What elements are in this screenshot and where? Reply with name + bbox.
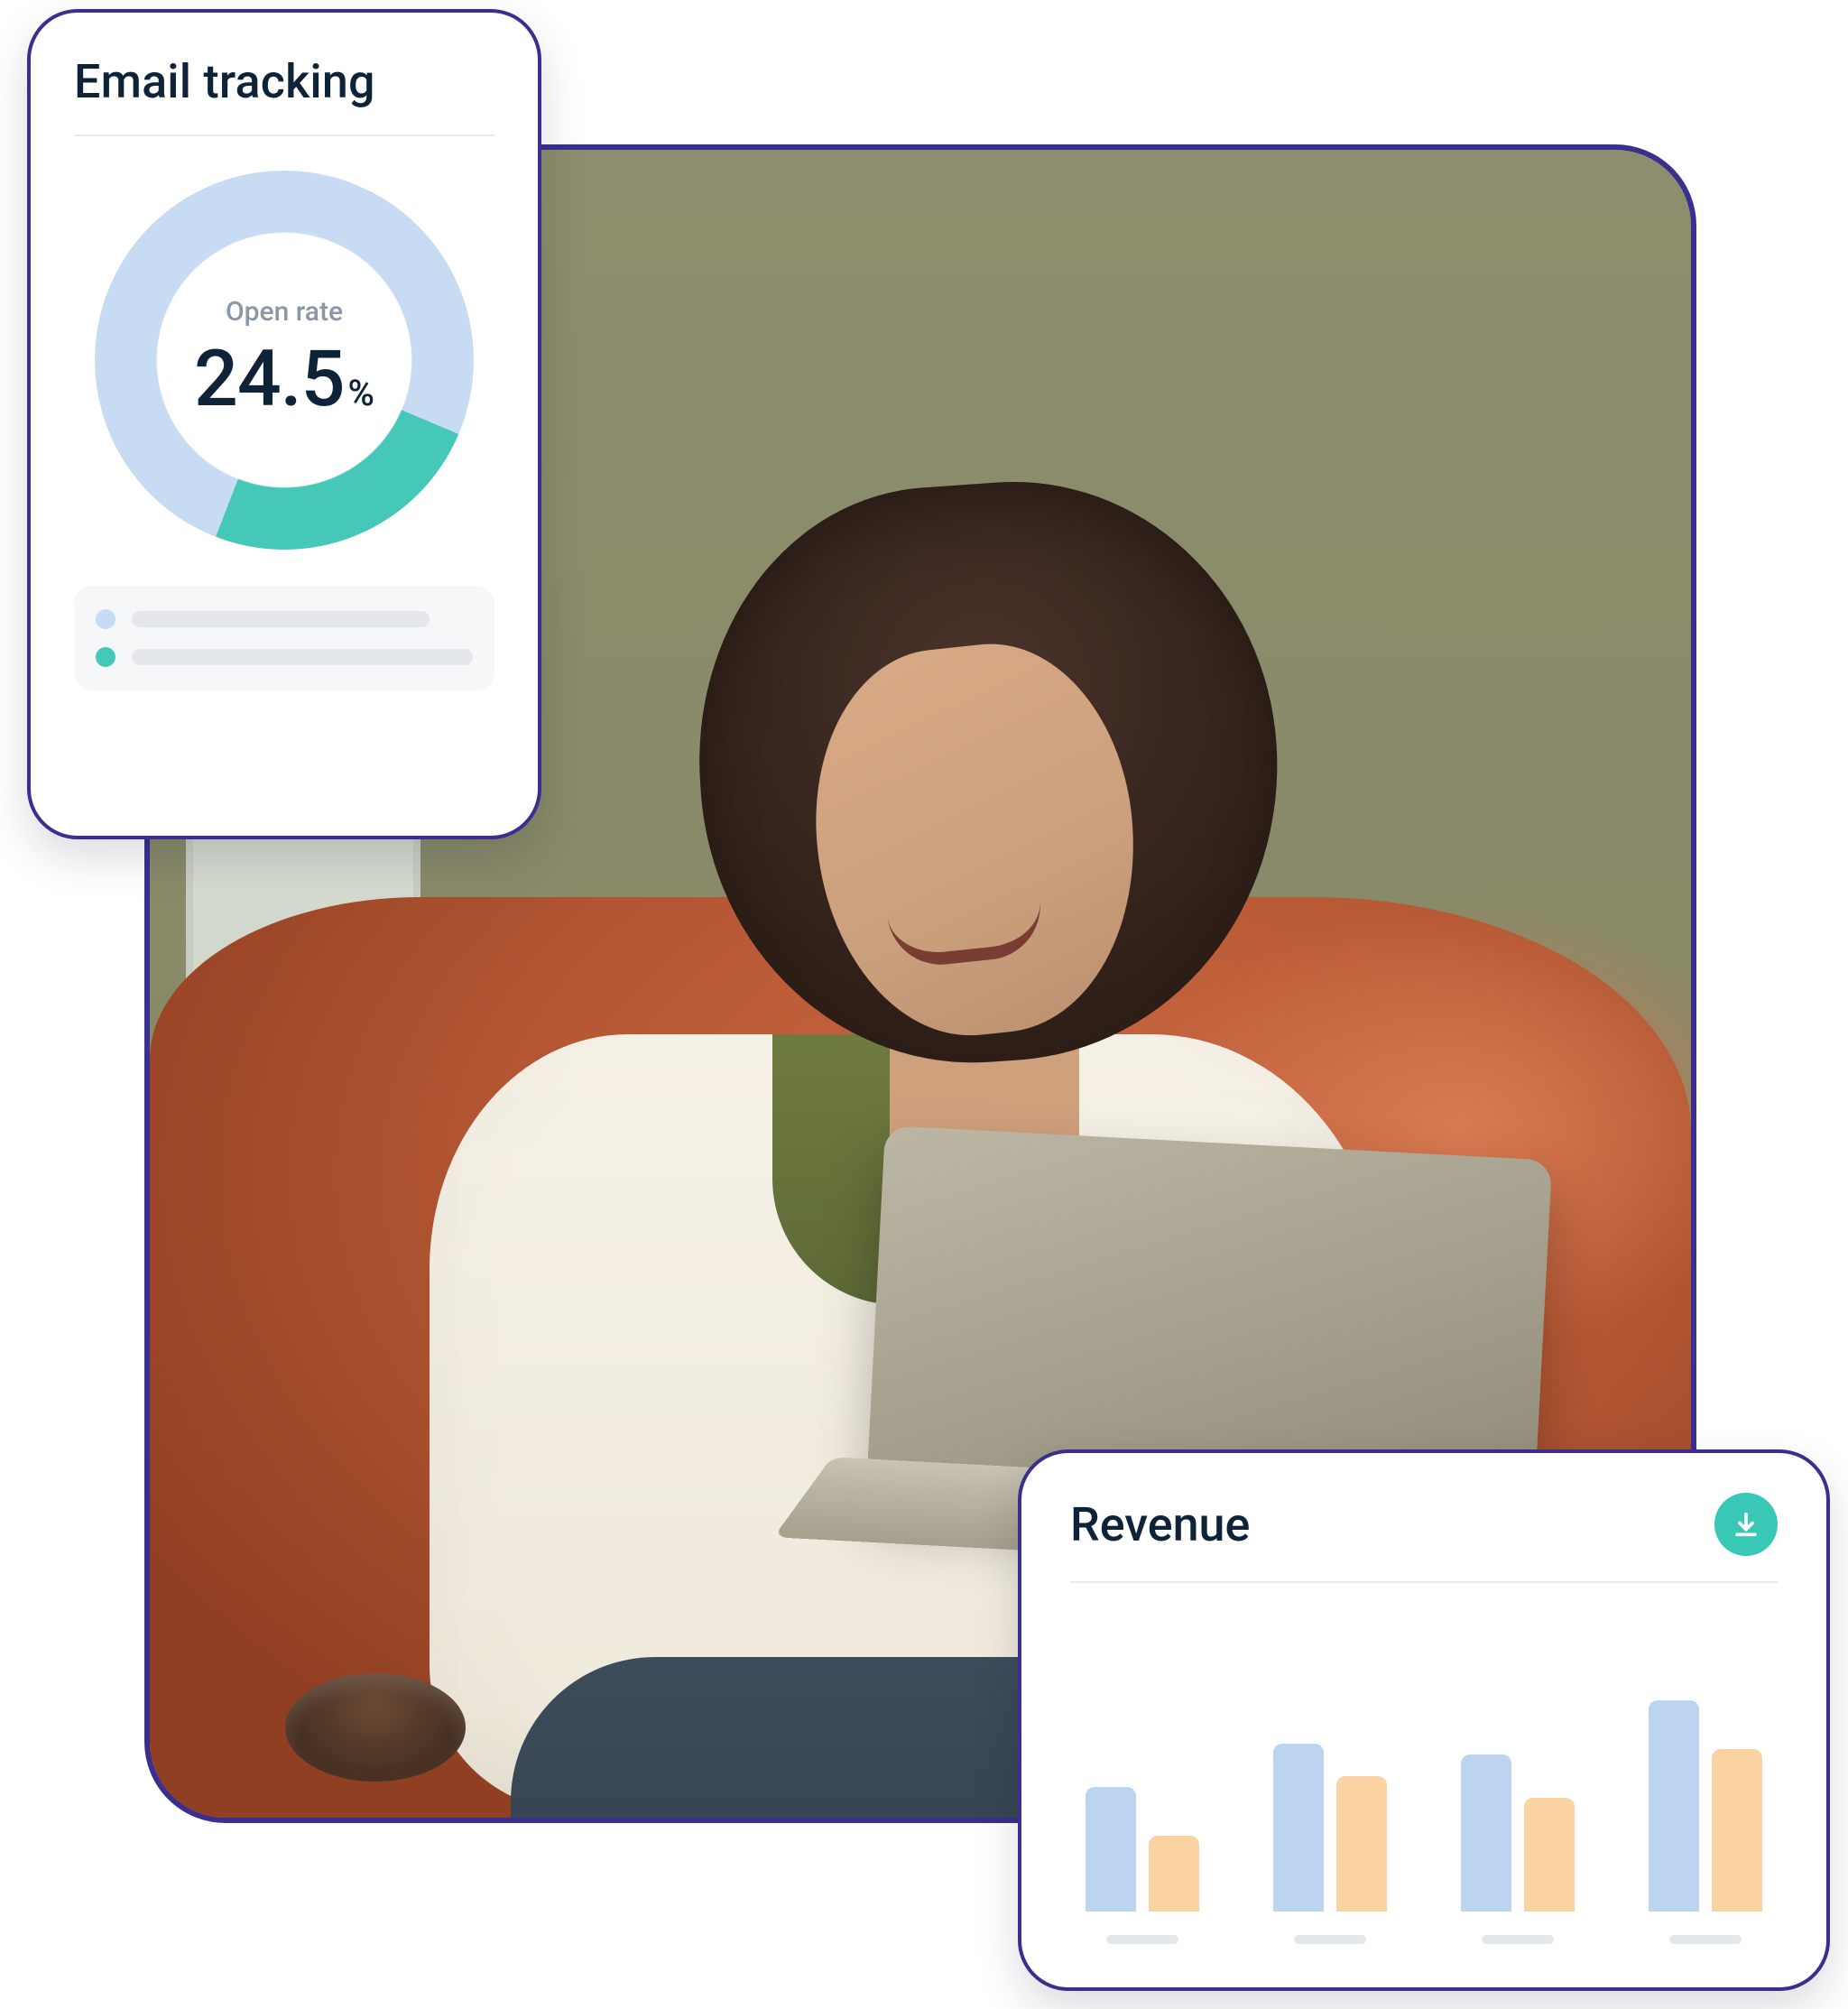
bar bbox=[1712, 1749, 1762, 1912]
open-rate-donut: Open rate 24.5 % bbox=[95, 171, 474, 550]
cup-illustration bbox=[285, 1673, 466, 1782]
bar bbox=[1649, 1700, 1699, 1912]
bar-group bbox=[1258, 1641, 1402, 1944]
bar bbox=[1524, 1798, 1575, 1912]
open-rate-label: Open rate bbox=[226, 296, 343, 328]
divider bbox=[74, 134, 494, 136]
download-icon bbox=[1731, 1509, 1761, 1540]
open-rate-value: 24.5 % bbox=[194, 333, 374, 424]
legend-dot-blue bbox=[96, 609, 116, 629]
revenue-bar-chart bbox=[1070, 1619, 1778, 1944]
open-rate-number: 24.5 bbox=[194, 333, 345, 424]
email-tracking-card: Email tracking Open rate 24.5 % bbox=[27, 9, 541, 839]
download-button[interactable] bbox=[1714, 1493, 1778, 1556]
x-axis-tick bbox=[1294, 1935, 1366, 1944]
legend-dot-teal bbox=[96, 647, 116, 667]
legend-row bbox=[96, 609, 473, 629]
bar-pair bbox=[1461, 1641, 1575, 1912]
legend-bar bbox=[132, 649, 473, 665]
x-axis-tick bbox=[1482, 1935, 1554, 1944]
legend-row bbox=[96, 647, 473, 667]
revenue-card: Revenue bbox=[1018, 1449, 1830, 1991]
bar-group bbox=[1446, 1641, 1590, 1944]
bar bbox=[1149, 1836, 1199, 1912]
bar-group bbox=[1633, 1641, 1778, 1944]
email-legend bbox=[74, 586, 494, 690]
bar-pair bbox=[1649, 1641, 1762, 1912]
bar bbox=[1461, 1754, 1511, 1912]
revenue-title: Revenue bbox=[1070, 1497, 1250, 1552]
legend-bar bbox=[132, 611, 430, 627]
open-rate-unit: % bbox=[348, 372, 374, 414]
bar-group bbox=[1070, 1641, 1215, 1944]
bar-pair bbox=[1086, 1641, 1199, 1912]
divider bbox=[1070, 1581, 1778, 1583]
donut-center: Open rate 24.5 % bbox=[95, 171, 474, 550]
bar bbox=[1336, 1776, 1387, 1912]
x-axis-tick bbox=[1669, 1935, 1742, 1944]
email-tracking-title: Email tracking bbox=[74, 54, 494, 109]
bar bbox=[1273, 1744, 1324, 1912]
x-axis-tick bbox=[1106, 1935, 1178, 1944]
bar-pair bbox=[1273, 1641, 1387, 1912]
bar bbox=[1086, 1787, 1136, 1912]
